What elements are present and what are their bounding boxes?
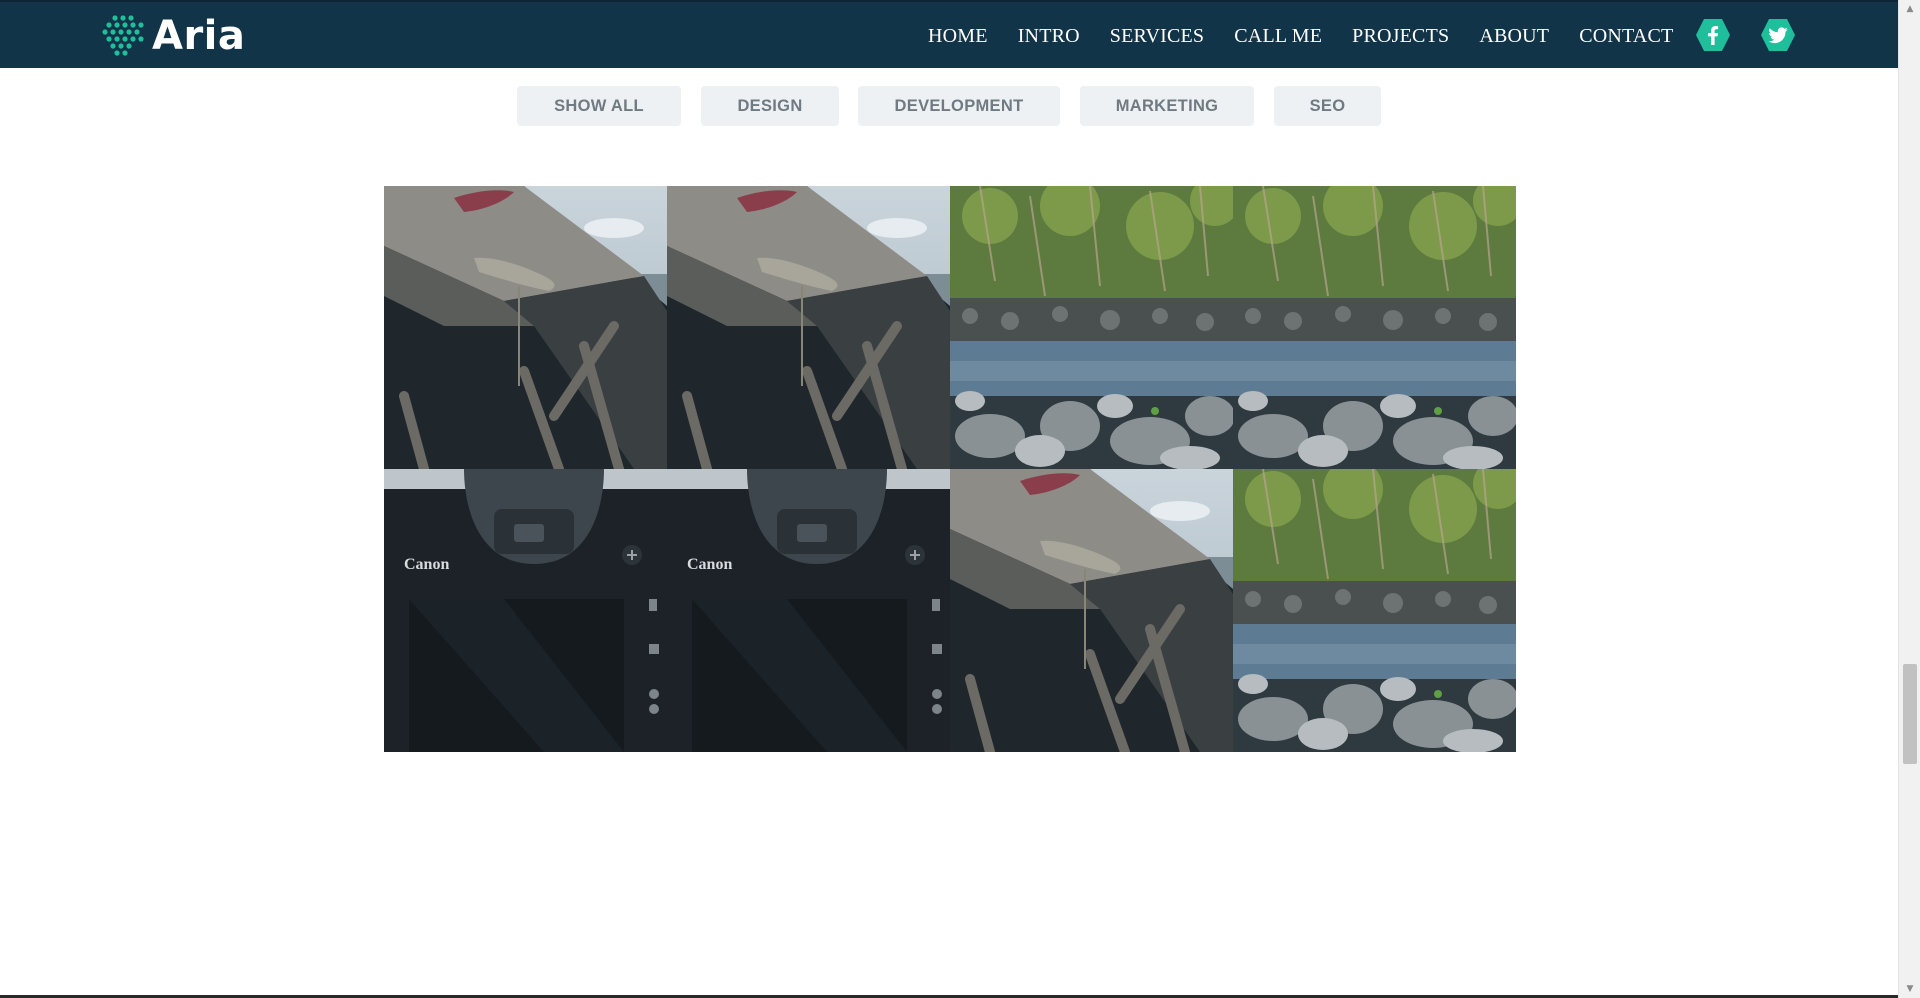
page: Aria HOME INTRO SERVICES CALL ME PROJECT… [0,0,1920,998]
camera-photo: Canon [667,469,950,752]
gallery-item-rocky-shore[interactable] [950,186,1233,469]
svg-text:Canon: Canon [687,556,732,573]
main-nav: HOME INTRO SERVICES CALL ME PROJECTS ABO… [928,2,1703,70]
navbar: Aria HOME INTRO SERVICES CALL ME PROJECT… [0,0,1898,68]
logo-dots-icon [102,15,144,56]
camera-photo: Canon [384,469,667,752]
gallery-item-boat[interactable] [950,469,1233,752]
rocky-shore-photo [1233,469,1516,752]
gallery-item-rocky-shore[interactable] [1233,186,1516,469]
gallery-item-boat[interactable] [384,186,667,469]
facebook-icon[interactable] [1695,18,1731,52]
page-scrollbar[interactable]: ▲ ▼ [1898,0,1920,998]
scroll-down-arrow-icon[interactable]: ▼ [1899,980,1920,998]
scrollbar-thumb[interactable] [1903,664,1917,764]
portfolio-gallery: Canon Canon [384,186,1516,752]
scroll-up-arrow-icon[interactable]: ▲ [1899,0,1920,18]
boat-photo [384,186,667,469]
nav-projects[interactable]: PROJECTS [1352,25,1449,48]
nav-intro[interactable]: INTRO [1018,25,1080,48]
gallery-item-camera[interactable]: Canon [384,469,667,752]
nav-home[interactable]: HOME [928,25,988,48]
svg-text:Canon: Canon [404,556,449,573]
nav-about[interactable]: ABOUT [1479,25,1549,48]
boat-photo [950,469,1233,752]
logo[interactable]: Aria [100,14,245,58]
rocky-shore-photo [950,186,1233,469]
twitter-icon[interactable] [1760,18,1796,52]
filter-seo-button[interactable]: SEO [1274,86,1381,126]
nav-contact[interactable]: CONTACT [1579,25,1673,48]
boat-photo [667,186,950,469]
gallery-item-camera[interactable]: Canon [667,469,950,752]
logo-text: Aria [152,13,246,59]
filter-design-button[interactable]: DESIGN [701,86,839,126]
nav-call-me[interactable]: CALL ME [1234,25,1322,48]
filter-marketing-button[interactable]: MARKETING [1080,86,1254,126]
rocky-shore-photo [1233,186,1516,469]
filter-development-button[interactable]: DEVELOPMENT [858,86,1060,126]
portfolio-filters: SHOW ALL DESIGN DEVELOPMENT MARKETING SE… [0,86,1898,126]
nav-services[interactable]: SERVICES [1110,25,1204,48]
filter-show-all-button[interactable]: SHOW ALL [517,86,681,126]
gallery-item-rocky-shore[interactable] [1233,469,1516,752]
gallery-item-boat[interactable] [667,186,950,469]
